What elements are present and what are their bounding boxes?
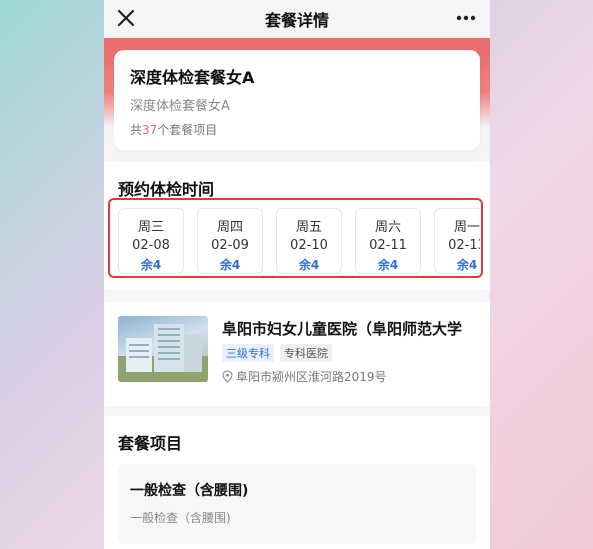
date-value: 02-11 [369,238,407,253]
location-pin-icon [222,370,233,383]
date-weekday: 周三 [137,220,164,235]
date-value: 02-08 [132,238,170,253]
package-item-count: 共37个套餐项目 [130,121,217,138]
package-card: 深度体检套餐女A 深度体检套餐女A 共37个套餐项目 [114,50,480,150]
hospital-photo [118,316,208,382]
package-items-section: 套餐项目 一般检查（含腰围) 一般检查（含腰围) [104,416,490,549]
count-prefix: 共 [130,123,143,137]
close-icon[interactable] [114,6,138,30]
date-value: 02-09 [211,238,249,253]
hospital-address-text: 阜阳市颍州区淮河路2019号 [236,370,387,384]
date-remaining: 余4 [140,258,162,272]
date-weekday: 周四 [216,220,243,235]
item-subtitle: 一般检查（含腰围) [130,511,231,525]
date-weekday: 周五 [295,220,322,235]
hospital-address: 阜阳市颍州区淮河路2019号 [222,368,387,385]
date-remaining: 余4 [219,258,241,272]
more-icon[interactable] [454,8,478,28]
date-remaining: 余4 [377,258,399,272]
hospital-tags: 三级专科 专科医院 [222,344,332,362]
date-value: 02-10 [290,238,328,253]
count-number: 37 [142,123,158,137]
hospital-type-tag: 专科医院 [280,344,332,362]
date-value: 02-13 [448,238,480,253]
count-suffix: 个套餐项目 [157,123,218,137]
page-title: 套餐详情 [264,11,329,30]
date-weekday: 周六 [374,220,401,235]
phone-screen: 套餐详情 深度体检套餐女A 深度体检套餐女A 共37个套餐项目 预约体检时间 周… [104,0,490,549]
hospital-name: 阜阳市妇女儿童医院（阜阳师范大学 [222,320,463,338]
date-weekday: 周一 [453,220,480,235]
hospital-level-tag: 三级专科 [222,344,274,362]
date-option[interactable]: 周三 02-08 余4 [118,208,184,274]
date-option[interactable]: 周五 02-10 余4 [276,208,342,274]
list-item[interactable]: 一般检查（含腰围) 一般检查（含腰围) [118,464,476,544]
package-title: 深度体检套餐女A [130,68,255,87]
top-bar: 套餐详情 [104,0,490,38]
package-subtitle: 深度体检套餐女A [130,99,230,114]
date-remaining: 余4 [456,258,478,272]
date-selector[interactable]: 周三 02-08 余4 周四 02-09 余4 周五 02-10 余4 周六 0… [118,208,480,274]
date-remaining: 余4 [298,258,320,272]
date-option[interactable]: 周四 02-09 余4 [197,208,263,274]
booking-date-section: 预约体检时间 周三 02-08 余4 周四 02-09 余4 周五 02-10 … [104,162,490,290]
items-heading: 套餐项目 [118,434,183,453]
item-title: 一般检查（含腰围) [130,483,249,499]
date-option[interactable]: 周六 02-11 余4 [355,208,421,274]
booking-heading: 预约体检时间 [118,180,215,199]
hospital-card[interactable]: 阜阳市妇女儿童医院（阜阳师范大学 三级专科 专科医院 阜阳市颍州区淮河路2019… [104,302,490,406]
date-option[interactable]: 周一 02-13 余4 [434,208,480,274]
